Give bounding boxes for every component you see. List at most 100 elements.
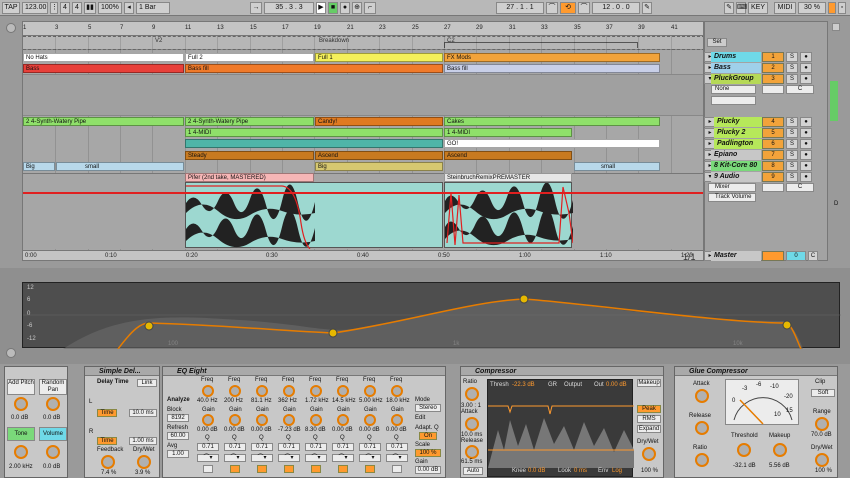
zoom-field[interactable]: 100% bbox=[98, 2, 122, 14]
clip-no-hats[interactable]: No Hats bbox=[23, 53, 184, 62]
clip-big-2[interactable]: Big bbox=[315, 162, 443, 171]
clip-full-1[interactable]: Full 1 bbox=[315, 53, 443, 62]
time-right-button[interactable]: Time bbox=[97, 437, 117, 445]
soft-button[interactable]: Soft bbox=[811, 389, 835, 397]
q-field[interactable]: 0.71 bbox=[224, 443, 246, 451]
time-left-field[interactable]: 10.0 ms bbox=[129, 409, 157, 417]
clip-synth-watery-pipe-2[interactable]: 2 4-Synth-Watery Pipe bbox=[185, 117, 314, 126]
compressor-title[interactable]: Compressor bbox=[461, 367, 663, 376]
clip-cakes[interactable]: Cakes bbox=[444, 117, 660, 126]
arm-icon[interactable]: ● bbox=[800, 74, 812, 84]
glue-release-knob[interactable] bbox=[695, 421, 709, 435]
track-padlington[interactable]: ▸ Padlington 6 S ● bbox=[704, 139, 828, 149]
clip-steinbruch-title[interactable]: SteinbruchRemixPREMASTER bbox=[444, 173, 572, 182]
pan-field[interactable]: C bbox=[786, 85, 814, 94]
filter-type-select[interactable]: ⌒▾ bbox=[386, 454, 408, 462]
peak-button[interactable]: Peak bbox=[637, 405, 661, 413]
volume-knob[interactable] bbox=[46, 445, 60, 459]
q-field[interactable]: 0.71 bbox=[197, 443, 219, 451]
band-on-toggle[interactable] bbox=[257, 465, 267, 473]
clip-steady[interactable]: Steady bbox=[185, 151, 314, 160]
q-field[interactable]: 0.71 bbox=[386, 443, 408, 451]
adapt-q-toggle[interactable]: On bbox=[419, 432, 437, 440]
overview-icon[interactable]: ▫ bbox=[838, 2, 846, 14]
locator-v2[interactable]: V2 bbox=[155, 38, 162, 44]
clip-pifer-title[interactable]: Pifer (2nd take, MASTERED) bbox=[185, 173, 314, 182]
comp-drywet-knob[interactable] bbox=[642, 447, 656, 461]
simple-delay-title[interactable]: Simple Del... bbox=[85, 367, 159, 376]
clip-4-midi-2[interactable]: 1 4-MIDI bbox=[444, 128, 572, 137]
q-field[interactable]: 0.71 bbox=[305, 443, 327, 451]
clip-ascend-2[interactable]: Ascend bbox=[444, 151, 572, 160]
compressor-display[interactable]: Thresh -22.3 dB GR Output Out 0.00 dB Kn… bbox=[487, 379, 634, 477]
freq-knob[interactable] bbox=[256, 385, 268, 397]
overview-toggle-icon[interactable] bbox=[6, 23, 16, 33]
freq-knob[interactable] bbox=[364, 385, 376, 397]
eq-display[interactable]: 12 6 0 -6 -12 100 1k 10k bbox=[22, 282, 841, 349]
punch-in-icon[interactable]: ⌒ bbox=[546, 2, 558, 14]
signature-numerator[interactable]: 4 bbox=[60, 2, 70, 14]
block-select[interactable]: 8192 bbox=[167, 414, 189, 422]
gain-knob[interactable] bbox=[229, 414, 241, 426]
ratio-knob[interactable] bbox=[465, 387, 479, 401]
q-field[interactable]: 0.71 bbox=[278, 443, 300, 451]
midi-map-button[interactable]: MIDI bbox=[774, 2, 796, 14]
automation-arm-icon[interactable]: ⌐ bbox=[364, 2, 376, 14]
set-button[interactable]: Set bbox=[707, 38, 727, 47]
track-pluckgroup[interactable]: ▾ PluckGroup 3 S ● bbox=[704, 74, 828, 84]
clip-fx-mods[interactable]: FX Mods bbox=[444, 53, 660, 62]
gain-knob[interactable] bbox=[202, 414, 214, 426]
volume-label[interactable]: Volume bbox=[39, 427, 67, 441]
feedback-knob[interactable] bbox=[101, 455, 115, 469]
clip-small-2[interactable]: small bbox=[574, 162, 660, 171]
clip-bass-fill[interactable]: Bass fill bbox=[185, 64, 443, 73]
locator-strip[interactable]: V2 Breakdown C2 bbox=[23, 36, 703, 50]
auto-button[interactable]: Auto bbox=[463, 467, 483, 475]
key-map-button[interactable]: KEY bbox=[748, 2, 768, 14]
scale-field[interactable]: 100 % bbox=[415, 449, 441, 457]
avg-field[interactable]: 1.00 bbox=[167, 450, 189, 458]
track-master[interactable]: ▸ Master 0 C bbox=[704, 251, 828, 261]
filter-type-select[interactable]: ⌒▾ bbox=[224, 454, 246, 462]
clip-synth-watery-pipe[interactable]: 2 4-Synth-Watery Pipe bbox=[23, 117, 184, 126]
track-plucky[interactable]: ▸ Plucky 4 S ● bbox=[704, 117, 828, 127]
env-value[interactable]: Log bbox=[612, 468, 622, 474]
freq-knob[interactable] bbox=[229, 385, 241, 397]
gain-knob[interactable] bbox=[337, 414, 349, 426]
draw-mode-icon[interactable]: ✎ bbox=[642, 2, 652, 14]
add-pitch-label[interactable]: Add Pitch bbox=[7, 379, 35, 395]
random-pan-knob[interactable] bbox=[46, 397, 60, 411]
automation-device-select[interactable]: Mixer bbox=[708, 183, 756, 192]
punch-out-icon[interactable]: ⌒ bbox=[578, 2, 590, 14]
volume-field-9[interactable] bbox=[762, 183, 784, 192]
glue-ratio-knob[interactable] bbox=[695, 453, 709, 467]
band-on-toggle[interactable] bbox=[230, 465, 240, 473]
signature-denominator[interactable]: 4 bbox=[72, 2, 82, 14]
pencil-icon[interactable]: ✎ bbox=[724, 2, 734, 14]
arm-icon[interactable]: ● bbox=[800, 128, 812, 138]
expand-button[interactable]: Expand bbox=[637, 425, 661, 433]
tone-knob[interactable] bbox=[14, 445, 28, 459]
loop-start-field[interactable]: 27 . 1 . 1 bbox=[496, 2, 544, 14]
arrangement-follow-icon[interactable]: → bbox=[250, 2, 262, 14]
gain-field[interactable]: 0.00 dB bbox=[415, 466, 441, 474]
blank-select[interactable] bbox=[711, 96, 756, 105]
record-icon[interactable]: ● bbox=[340, 2, 350, 14]
rms-button[interactable]: RMS bbox=[637, 415, 661, 423]
locator-breakdown[interactable]: Breakdown bbox=[319, 38, 349, 44]
random-pan-label[interactable]: Random Pan bbox=[39, 379, 67, 395]
threshold-knob[interactable] bbox=[737, 443, 751, 457]
makeup-button[interactable]: Makeup bbox=[637, 379, 661, 387]
clip-candy[interactable]: Candy! bbox=[315, 117, 443, 126]
track-epiano[interactable]: ▸ Epiano 7 S ● bbox=[704, 150, 828, 160]
freq-knob[interactable] bbox=[202, 385, 214, 397]
gain-knob[interactable] bbox=[364, 414, 376, 426]
range-knob[interactable] bbox=[815, 417, 829, 431]
track-plucky-2[interactable]: ▸ Plucky 2 5 S ● bbox=[704, 128, 828, 138]
clip-go[interactable]: GO! bbox=[444, 139, 660, 148]
input-none-select[interactable]: None bbox=[711, 85, 756, 94]
gain-knob[interactable] bbox=[391, 414, 403, 426]
arm-icon[interactable]: ● bbox=[800, 150, 812, 160]
freq-knob[interactable] bbox=[391, 385, 403, 397]
clip-label[interactable]: Clip bbox=[815, 379, 825, 385]
